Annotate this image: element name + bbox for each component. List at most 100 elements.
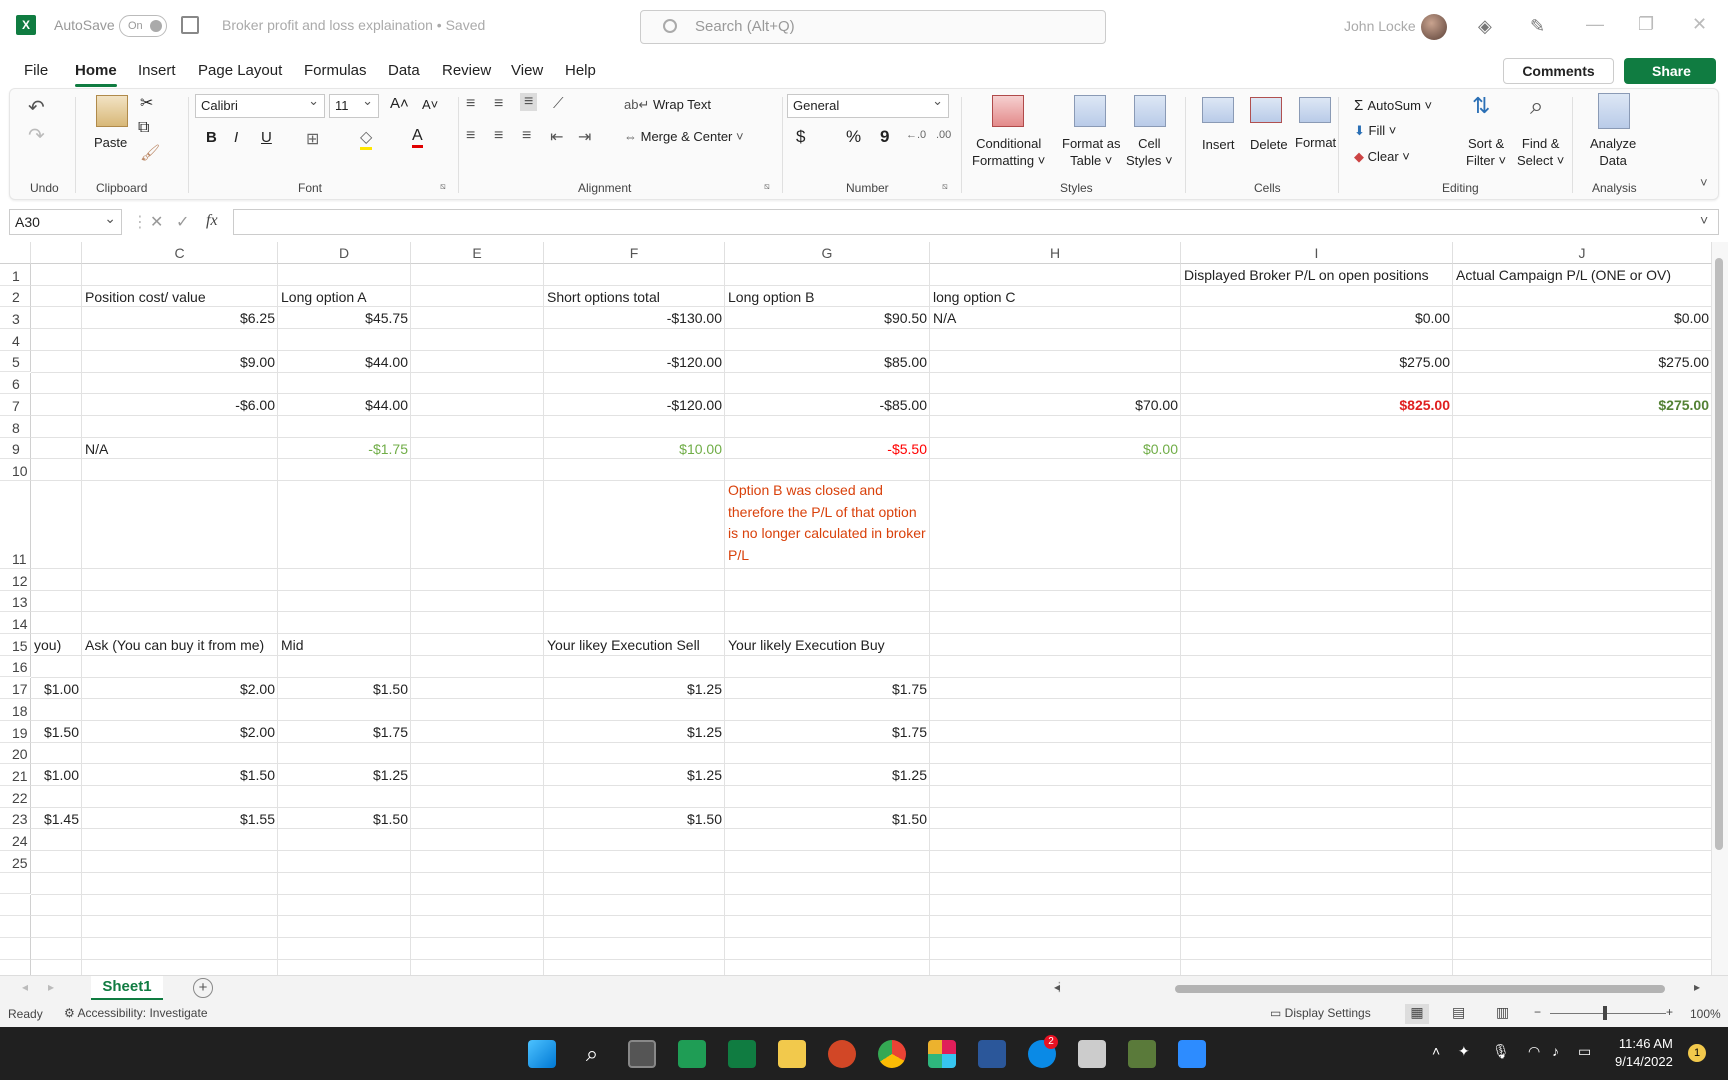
- row-header[interactable]: 17: [0, 677, 31, 700]
- cell-c2[interactable]: Position cost/ value: [82, 287, 278, 308]
- cell-b23[interactable]: $1.45: [31, 809, 82, 830]
- cell-g19[interactable]: $1.75: [725, 722, 930, 743]
- column-header-e[interactable]: E: [411, 242, 544, 264]
- cell-f9[interactable]: $10.00: [544, 439, 725, 460]
- cell-f15[interactable]: Your likey Execution Sell: [544, 635, 725, 656]
- cell-c15[interactable]: Ask (You can buy it from me): [82, 635, 278, 656]
- cancel-icon[interactable]: ✕: [150, 212, 163, 232]
- battery-icon[interactable]: ▭: [1578, 1043, 1591, 1060]
- format-as-table-icon[interactable]: [1074, 95, 1106, 127]
- insert-function-icon[interactable]: fx: [206, 212, 218, 230]
- cell-d9[interactable]: -$1.75: [278, 439, 411, 460]
- cell-d21[interactable]: $1.25: [278, 765, 411, 786]
- diamond-icon[interactable]: ◈: [1478, 16, 1492, 37]
- cell-b19[interactable]: $1.50: [31, 722, 82, 743]
- cell-g5[interactable]: $85.00: [725, 352, 930, 373]
- cell-b17[interactable]: $1.00: [31, 679, 82, 700]
- row-header[interactable]: 24: [0, 829, 31, 852]
- increase-font-icon[interactable]: A˄: [390, 95, 409, 112]
- column-header-d[interactable]: D: [278, 242, 411, 264]
- document-title[interactable]: Broker profit and loss explaination • Sa…: [222, 17, 485, 33]
- merge-center-button[interactable]: ⇔ Merge & Center ˅: [624, 129, 744, 144]
- paste-button[interactable]: Paste: [94, 135, 127, 150]
- increase-indent-icon[interactable]: ⇥: [578, 127, 591, 147]
- row-header[interactable]: [0, 894, 31, 917]
- cell-h7[interactable]: $70.00: [930, 395, 1181, 416]
- cell-d19[interactable]: $1.75: [278, 722, 411, 743]
- cell-d2[interactable]: Long option A: [278, 287, 411, 308]
- app-icon[interactable]: [1128, 1040, 1156, 1068]
- row-header[interactable]: 2: [0, 285, 31, 308]
- alignment-dialog-launcher-icon[interactable]: ⧅: [764, 181, 770, 192]
- avatar[interactable]: [1421, 14, 1447, 40]
- cell-j7[interactable]: $275.00: [1453, 395, 1712, 416]
- row-header[interactable]: 10: [0, 459, 31, 481]
- cell-c17[interactable]: $2.00: [82, 679, 278, 700]
- analyze-data-icon[interactable]: [1598, 93, 1630, 129]
- percent-button[interactable]: %: [846, 127, 861, 147]
- clear-button[interactable]: ◆ Clear ˅: [1354, 149, 1410, 165]
- expand-formula-icon[interactable]: ˅: [1700, 212, 1708, 228]
- search-input[interactable]: Search (Alt+Q): [640, 10, 1106, 44]
- cell-i5[interactable]: $275.00: [1181, 352, 1453, 373]
- redo-icon[interactable]: ↷: [28, 123, 45, 148]
- enter-icon[interactable]: ✓: [176, 212, 189, 232]
- next-sheet-icon[interactable]: ▸: [48, 980, 54, 994]
- collapse-ribbon-icon[interactable]: ˅: [1700, 175, 1708, 190]
- task-view-icon[interactable]: [628, 1040, 656, 1068]
- autosum-button[interactable]: Σ AutoSum ˅: [1354, 97, 1432, 114]
- decrease-font-icon[interactable]: A˅: [422, 97, 438, 112]
- cell-g9[interactable]: -$5.50: [725, 439, 930, 460]
- align-right-icon[interactable]: ≡: [522, 127, 531, 145]
- cell-g15[interactable]: Your likely Execution Buy: [725, 635, 930, 656]
- column-header-b[interactable]: [31, 242, 82, 264]
- system-clock[interactable]: 11:46 AM 9/14/2022: [1615, 1035, 1673, 1071]
- slack-icon[interactable]: [928, 1040, 956, 1068]
- tab-formulas[interactable]: Formulas: [304, 62, 367, 79]
- notifications-icon[interactable]: 1: [1688, 1044, 1706, 1062]
- row-header[interactable]: 16: [0, 655, 31, 678]
- conditional-formatting-icon[interactable]: [992, 95, 1024, 127]
- cell-f3[interactable]: -$130.00: [544, 308, 725, 329]
- font-dialog-launcher-icon[interactable]: ⧅: [440, 181, 446, 192]
- cell-g7[interactable]: -$85.00: [725, 395, 930, 416]
- row-header[interactable]: 5: [0, 350, 31, 373]
- cell-h3[interactable]: N/A: [930, 308, 1181, 329]
- cell-g17[interactable]: $1.75: [725, 679, 930, 700]
- decrease-decimal-icon[interactable]: .00: [936, 129, 951, 141]
- cell-g21[interactable]: $1.25: [725, 765, 930, 786]
- snipping-tool-icon[interactable]: [1078, 1040, 1106, 1068]
- conditional-formatting-button[interactable]: Conditional Formatting ˅: [972, 135, 1045, 169]
- zoom-slider[interactable]: [1550, 1013, 1666, 1014]
- cell-j3[interactable]: $0.00: [1453, 308, 1712, 329]
- align-bottom-icon[interactable]: ≡: [520, 93, 538, 111]
- cell-h9[interactable]: $0.00: [930, 439, 1181, 460]
- row-header[interactable]: 20: [0, 742, 31, 765]
- cell-d23[interactable]: $1.50: [278, 809, 411, 830]
- vertical-scroll-thumb[interactable]: [1715, 258, 1723, 850]
- cell-c7[interactable]: -$6.00: [82, 395, 278, 416]
- cell-f17[interactable]: $1.25: [544, 679, 725, 700]
- formula-input[interactable]: [233, 209, 1719, 235]
- row-header[interactable]: 15: [0, 634, 31, 656]
- orientation-icon[interactable]: ⟋: [553, 95, 564, 112]
- row-header[interactable]: 21: [0, 764, 31, 786]
- scroll-left-arrow-icon[interactable]: ◂: [1054, 980, 1060, 994]
- font-name-select[interactable]: Calibri: [195, 90, 325, 118]
- find-select-button[interactable]: Find & Select ˅: [1517, 135, 1564, 169]
- cell-i7[interactable]: $825.00: [1181, 395, 1453, 416]
- cut-icon[interactable]: ✂: [140, 93, 153, 113]
- format-painter-icon[interactable]: 🖌: [140, 143, 160, 163]
- comma-button[interactable]: 9: [880, 127, 889, 147]
- borders-icon[interactable]: ⊞: [306, 129, 319, 149]
- worksheet-grid[interactable]: C D E F G H I J 1 2 3 4 5 6 7 8 9 10 11 12 13 14 15 16 17 18 19 20 2…: [0, 242, 1712, 975]
- cell-c9[interactable]: N/A: [82, 439, 278, 460]
- tab-file[interactable]: File: [24, 62, 48, 79]
- page-layout-view-icon[interactable]: ▤: [1452, 1004, 1465, 1021]
- bold-button[interactable]: B: [206, 129, 217, 146]
- zoom-in-icon[interactable]: +: [1666, 1005, 1673, 1019]
- column-header-g[interactable]: G: [725, 242, 930, 264]
- row-header[interactable]: 12: [0, 569, 31, 591]
- tray-chevron-icon[interactable]: ˄: [1432, 1043, 1440, 1059]
- word-icon[interactable]: [978, 1040, 1006, 1068]
